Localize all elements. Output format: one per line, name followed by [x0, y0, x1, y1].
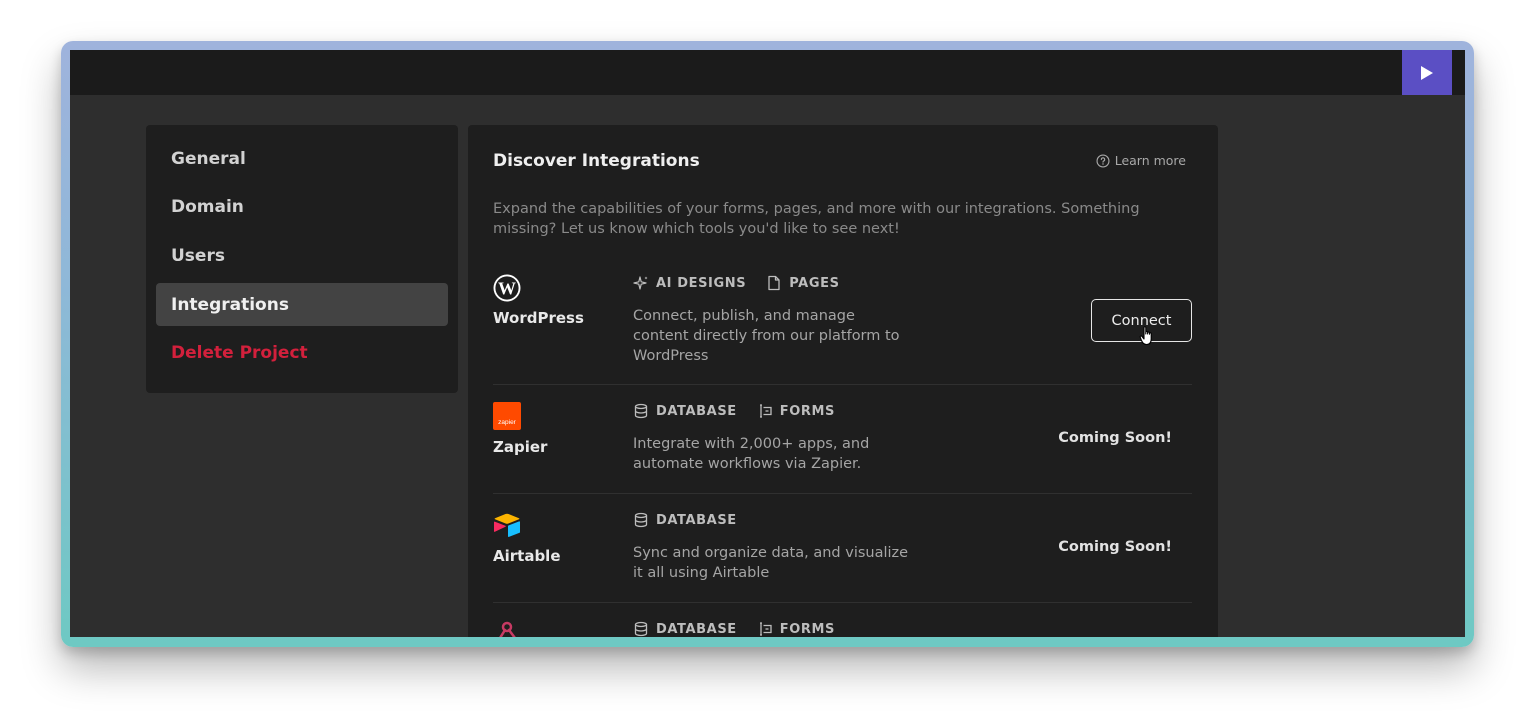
integration-tags: DATABASE FORMS	[633, 621, 835, 637]
integration-description: Sync and organize data, and visualize it…	[633, 545, 909, 581]
tag-label: AI DESIGNS	[656, 275, 747, 291]
database-icon	[634, 403, 648, 419]
sidebar-item-users[interactable]: Users	[156, 234, 448, 277]
tag-forms: FORMS	[757, 403, 835, 419]
form-field-icon	[759, 404, 772, 418]
wordpress-icon: W	[493, 274, 521, 302]
tag-label: DATABASE	[656, 403, 737, 419]
tag-forms: FORMS	[757, 621, 835, 637]
webhook-icon	[499, 621, 516, 637]
integration-row-airtable: Airtable DATABASE Sync and organize data…	[493, 494, 1192, 603]
integration-tags: AI DESIGNS PAGES	[633, 275, 840, 291]
tag-label: FORMS	[779, 621, 836, 637]
help-circle-icon	[1096, 153, 1110, 168]
integration-name: Airtable	[493, 547, 561, 565]
coming-soon-label: Coming Soon!	[1058, 430, 1172, 446]
tag-pages: PAGES	[766, 275, 839, 291]
top-bar	[70, 50, 1465, 95]
tag-database: DATABASE	[633, 512, 737, 528]
database-icon	[634, 512, 648, 528]
tag-label: FORMS	[779, 403, 836, 419]
integrations-panel: Discover Integrations Learn more Expand …	[468, 125, 1218, 637]
play-icon	[1421, 65, 1433, 80]
integration-description: Integrate with 2,000+ apps, and automate…	[633, 436, 870, 472]
form-field-icon	[759, 622, 772, 636]
sidebar-item-general[interactable]: General	[156, 137, 448, 180]
integration-row-zapier: zapier Zapier DATABASE FORMS Integrate w…	[493, 385, 1192, 494]
sparkle-icon	[633, 276, 648, 290]
tag-label: PAGES	[789, 275, 840, 291]
coming-soon-label: Coming Soon!	[1058, 539, 1172, 555]
app-window: General Domain Users Integrations Delete…	[70, 50, 1465, 637]
tag-database: DATABASE	[633, 621, 737, 637]
play-button[interactable]	[1402, 50, 1452, 95]
svg-text:W: W	[498, 279, 516, 299]
page-icon	[768, 275, 780, 291]
integration-description: Connect, publish, and manage content dir…	[633, 308, 900, 364]
zapier-icon: zapier	[493, 402, 521, 430]
tag-label: DATABASE	[656, 621, 737, 637]
panel-description: Expand the capabilities of your forms, p…	[493, 201, 1140, 237]
hand-cursor-icon	[1139, 326, 1152, 346]
integration-tags: DATABASE FORMS	[633, 403, 835, 419]
svg-text:zapier: zapier	[498, 419, 517, 426]
integration-row-wordpress: W WordPress AI DESIGNS PAGES Connect, pu…	[493, 271, 1192, 385]
sidebar-item-domain[interactable]: Domain	[156, 186, 448, 229]
database-icon	[634, 621, 648, 637]
integration-name: Zapier	[493, 438, 548, 456]
sidebar-item-integrations[interactable]: Integrations	[156, 283, 448, 327]
integration-tags: DATABASE	[633, 512, 737, 528]
sidebar-item-delete-project[interactable]: Delete Project	[156, 332, 448, 375]
airtable-icon	[494, 513, 520, 537]
panel-title: Discover Integrations	[493, 151, 700, 171]
integration-row-webhook: DATABASE FORMS	[493, 603, 1192, 637]
tag-label: DATABASE	[656, 512, 737, 528]
learn-more-link[interactable]: Learn more	[1096, 153, 1186, 168]
tag-database: DATABASE	[633, 403, 737, 419]
learn-more-label: Learn more	[1114, 153, 1186, 168]
tag-ai-designs: AI DESIGNS	[633, 275, 746, 291]
settings-sidebar: General Domain Users Integrations Delete…	[146, 125, 458, 393]
integration-name: WordPress	[493, 309, 584, 327]
